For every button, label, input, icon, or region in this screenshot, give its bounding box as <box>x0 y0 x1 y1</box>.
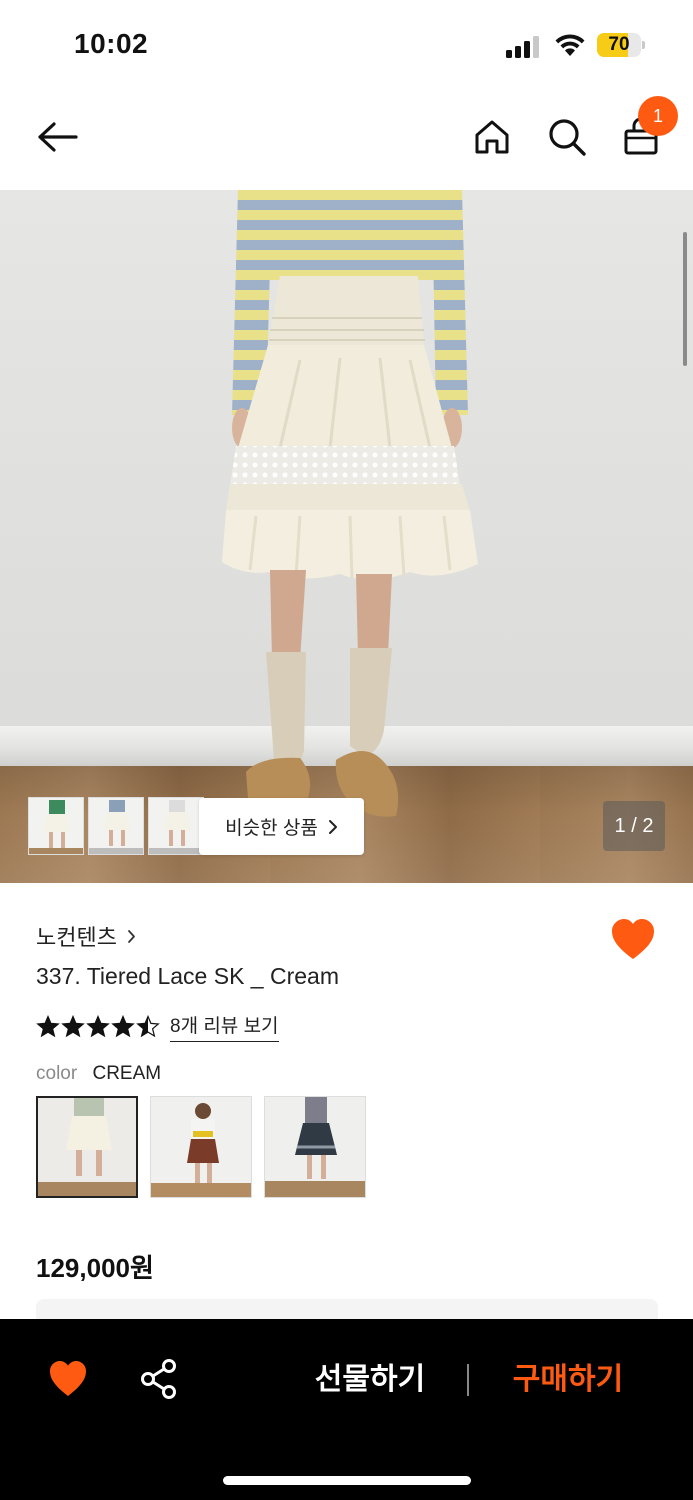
wifi-icon <box>555 34 585 56</box>
gift-button[interactable]: 선물하기 <box>290 1355 450 1405</box>
home-indicator <box>223 1476 471 1485</box>
battery-indicator: 70 <box>597 33 645 57</box>
page-scrollbar[interactable] <box>683 232 687 366</box>
gallery-thumbnail[interactable] <box>28 797 84 855</box>
color-swatches <box>36 1096 366 1198</box>
color-swatch-navy[interactable] <box>264 1096 366 1198</box>
gallery-thumbnail[interactable] <box>148 797 204 855</box>
home-icon[interactable] <box>470 115 514 159</box>
buy-button[interactable]: 구매하기 <box>488 1355 648 1405</box>
chevron-right-icon <box>328 819 337 834</box>
button-divider <box>467 1364 469 1396</box>
color-swatch-brown[interactable] <box>150 1096 252 1198</box>
color-label: color <box>36 1063 78 1084</box>
review-link[interactable]: 8개 리뷰 보기 <box>170 1011 279 1042</box>
star-icon <box>136 1014 160 1037</box>
status-time: 10:02 <box>74 28 149 59</box>
color-swatch-cream[interactable] <box>36 1096 138 1198</box>
product-image[interactable]: 비슷한 상품 1 / 2 <box>0 190 693 883</box>
color-option-row: color CREAM <box>36 1063 161 1085</box>
share-icon[interactable] <box>140 1359 178 1399</box>
battery-level: 70 <box>608 34 630 55</box>
top-nav-bar <box>0 90 693 190</box>
image-page-indicator: 1 / 2 <box>603 801 665 851</box>
star-icon <box>111 1014 135 1037</box>
bottom-action-bar: 선물하기 구매하기 <box>0 1319 693 1500</box>
back-arrow-icon[interactable] <box>30 115 82 159</box>
wishlist-heart-icon[interactable] <box>610 918 656 962</box>
chevron-right-icon <box>128 929 135 943</box>
star-icon <box>86 1014 110 1037</box>
star-icon <box>61 1014 85 1037</box>
selected-color-value: CREAM <box>92 1063 162 1084</box>
cellular-signal-icon <box>506 36 539 58</box>
search-icon[interactable] <box>544 115 590 159</box>
gallery-thumbnails <box>28 797 204 855</box>
product-price: 129,000원 <box>36 1253 154 1283</box>
star-icon <box>36 1014 60 1037</box>
status-bar: 10:02 70 <box>0 0 693 90</box>
similar-products-button[interactable]: 비슷한 상품 <box>199 798 364 855</box>
product-name: 337. Tiered Lace SK _ Cream <box>36 963 339 989</box>
gallery-thumbnail[interactable] <box>88 797 144 855</box>
cart-count-badge: 1 <box>638 96 678 136</box>
model-figure-illustration <box>222 190 478 817</box>
star-rating <box>36 1014 160 1039</box>
rating-row: 8개 리뷰 보기 <box>36 1011 279 1042</box>
brand-link[interactable]: 노컨텐츠 <box>36 920 136 952</box>
similar-products-label: 비슷한 상품 <box>225 818 318 839</box>
wishlist-heart-icon[interactable] <box>48 1360 88 1398</box>
brand-name: 노컨텐츠 <box>36 925 117 950</box>
